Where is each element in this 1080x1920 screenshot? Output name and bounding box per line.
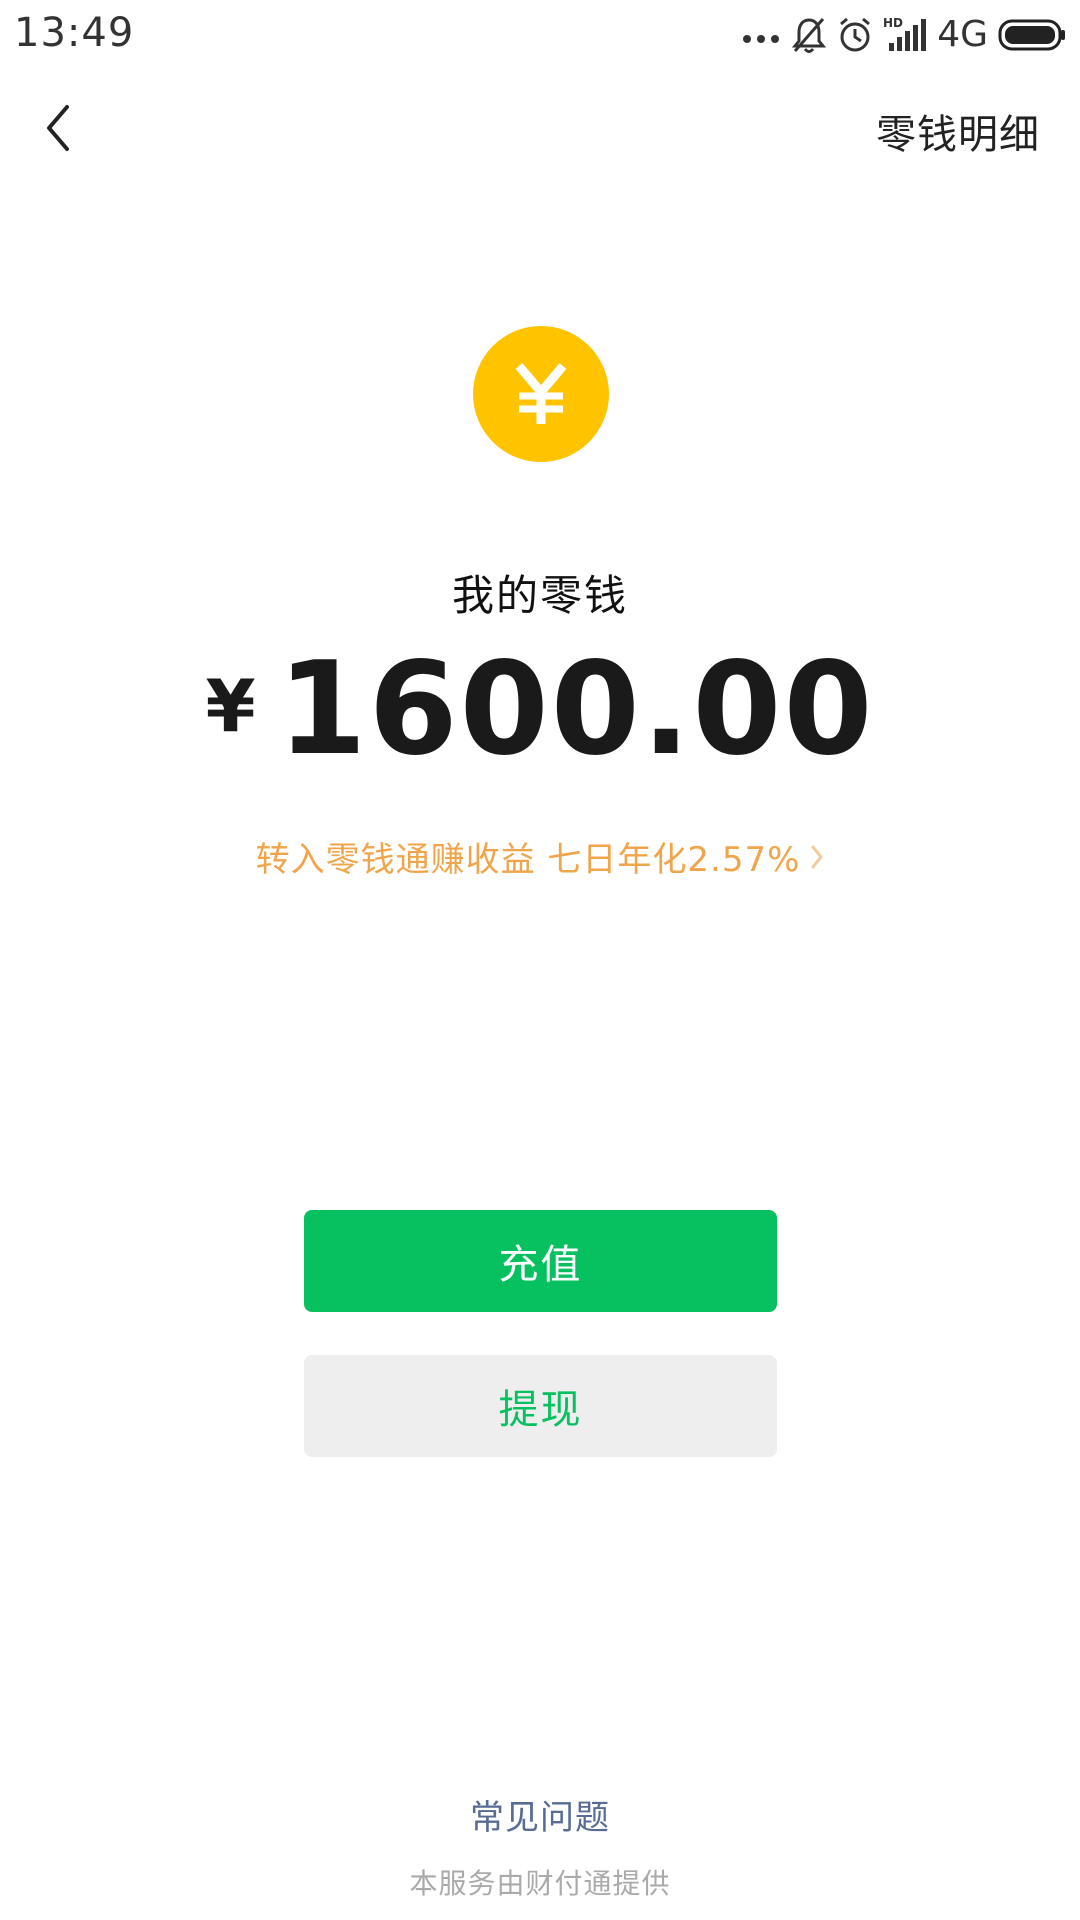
balance-details-link[interactable]: 零钱明细 <box>876 102 1040 160</box>
battery-icon <box>998 18 1068 52</box>
lingqiantong-promo-link[interactable]: 转入零钱通赚收益 七日年化2.57% <box>0 832 1080 881</box>
top-up-button[interactable]: 充值 <box>304 1210 777 1312</box>
balance-amount: ¥ 1600.00 <box>0 640 1080 780</box>
back-button[interactable] <box>28 90 88 170</box>
status-icons: HD 4G <box>741 12 1068 58</box>
wallet-balance-screen: 13:49 HD 4G 零钱明细 我的零钱 ¥ 1600.00 转入零钱通赚收益… <box>0 0 1080 1920</box>
mute-bell-icon <box>791 15 827 55</box>
more-dots-icon <box>741 25 781 45</box>
promo-text: 转入零钱通赚收益 七日年化2.57% <box>255 840 801 880</box>
status-bar: 13:49 HD 4G <box>0 0 1080 70</box>
faq-link[interactable]: 常见问题 <box>0 1790 1080 1839</box>
amount-value: 1600.00 <box>277 635 875 784</box>
alarm-icon <box>837 15 873 55</box>
chevron-right-icon <box>810 843 824 871</box>
yuan-coin-icon <box>473 326 609 462</box>
hd-signal-icon: HD <box>883 15 927 55</box>
balance-label: 我的零钱 <box>451 571 628 620</box>
nav-bar: 零钱明细 <box>0 70 1080 190</box>
chevron-left-icon <box>43 103 73 157</box>
status-time: 13:49 <box>14 10 135 56</box>
svg-text:HD: HD <box>883 16 903 30</box>
currency-symbol: ¥ <box>205 664 256 748</box>
provider-notice: 本服务由财付通提供 <box>409 1867 671 1900</box>
network-type-label: 4G <box>937 14 988 55</box>
withdraw-button[interactable]: 提现 <box>304 1355 777 1457</box>
